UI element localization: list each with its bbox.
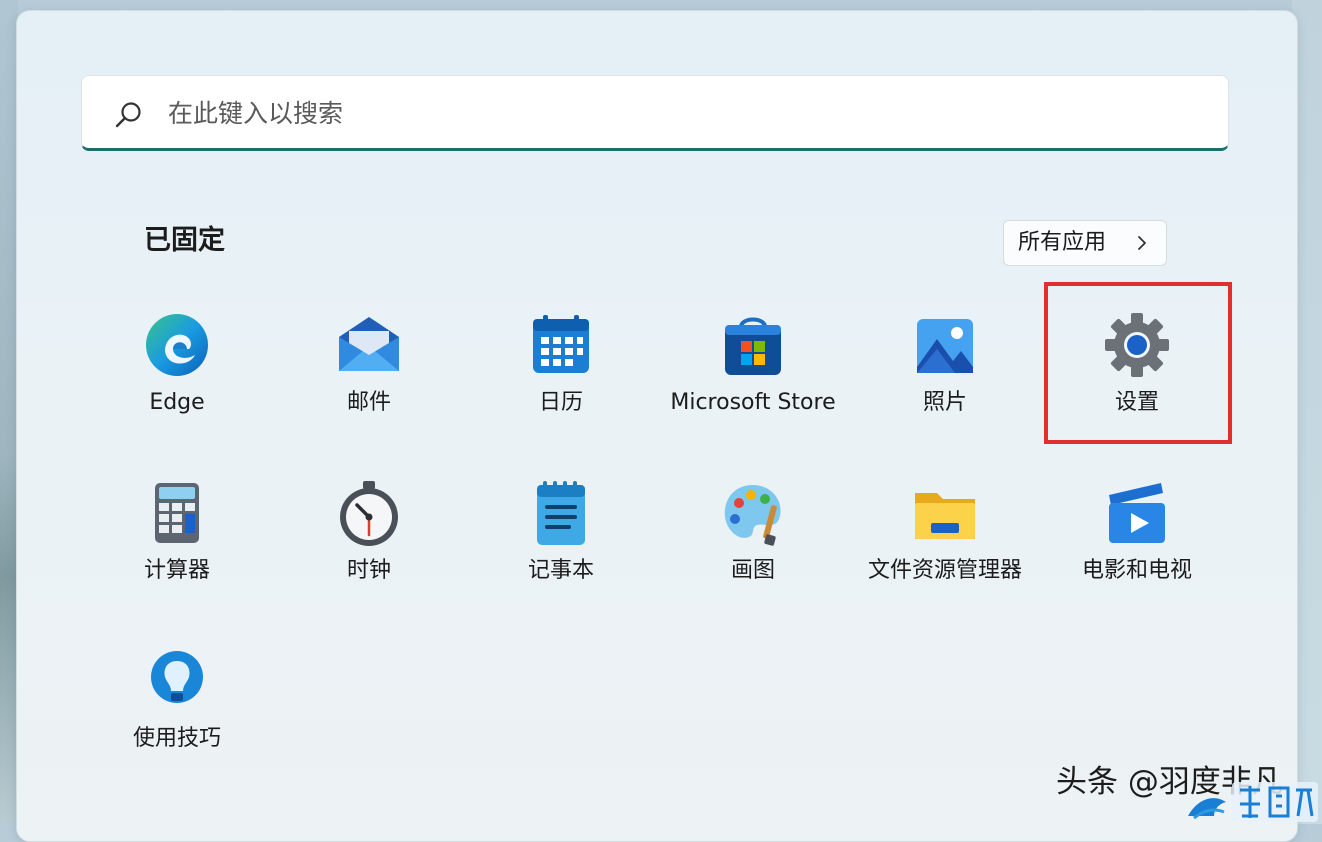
pinned-app-notepad[interactable]: 记事本 (465, 479, 657, 619)
pinned-app-photos[interactable]: 照片 (849, 311, 1041, 451)
search-placeholder: 在此键入以搜索 (168, 99, 344, 128)
mail-icon (339, 317, 399, 371)
app-label: Microsoft Store (670, 390, 836, 415)
app-label: 画图 (730, 558, 775, 583)
all-apps-label: 所有应用 (1018, 230, 1107, 255)
settings-highlight-box (1044, 282, 1232, 444)
search-icon (115, 102, 141, 128)
search-input[interactable]: 在此键入以搜索 (81, 75, 1229, 151)
pinned-app-calendar[interactable]: 日历 (465, 311, 657, 451)
pinned-app-clock[interactable]: 时钟 (273, 479, 465, 619)
calculator-icon (155, 483, 199, 543)
pinned-app-mail[interactable]: 邮件 (273, 311, 465, 451)
notepad-icon (537, 481, 585, 545)
app-label: 使用技巧 (132, 726, 221, 751)
paint-palette-icon (724, 485, 781, 546)
calendar-icon (533, 315, 589, 373)
pinned-app-paint[interactable]: 画图 (657, 479, 849, 619)
chevron-right-icon (1138, 236, 1146, 250)
watermark-logo-icon (1188, 782, 1318, 822)
pinned-app-movies-tv[interactable]: 电影和电视 (1041, 479, 1233, 619)
clock-icon (340, 481, 398, 546)
edge-icon (146, 314, 208, 376)
app-label: 时钟 (346, 558, 391, 583)
store-icon (725, 317, 781, 375)
app-label: 照片 (922, 390, 967, 415)
folder-icon (915, 493, 975, 539)
app-label: Edge (149, 390, 205, 415)
app-label: 计算器 (143, 558, 210, 583)
movies-tv-icon (1109, 483, 1165, 543)
photos-icon (917, 319, 973, 373)
pinned-section-title: 已固定 (144, 225, 225, 256)
pinned-app-microsoft-store[interactable]: Microsoft Store (657, 311, 849, 451)
tips-lightbulb-icon (151, 651, 203, 703)
app-label: 文件资源管理器 (867, 558, 1022, 583)
pinned-app-edge[interactable]: Edge (81, 311, 273, 451)
pinned-app-tips[interactable]: 使用技巧 (81, 647, 273, 787)
app-label: 日历 (538, 390, 583, 415)
app-label: 电影和电视 (1081, 558, 1192, 583)
app-label: 记事本 (527, 558, 594, 583)
app-label: 邮件 (346, 390, 391, 415)
all-apps-button[interactable]: 所有应用 (1003, 220, 1167, 266)
pinned-app-file-explorer[interactable]: 文件资源管理器 (849, 479, 1041, 619)
pinned-app-calculator[interactable]: 计算器 (81, 479, 273, 619)
